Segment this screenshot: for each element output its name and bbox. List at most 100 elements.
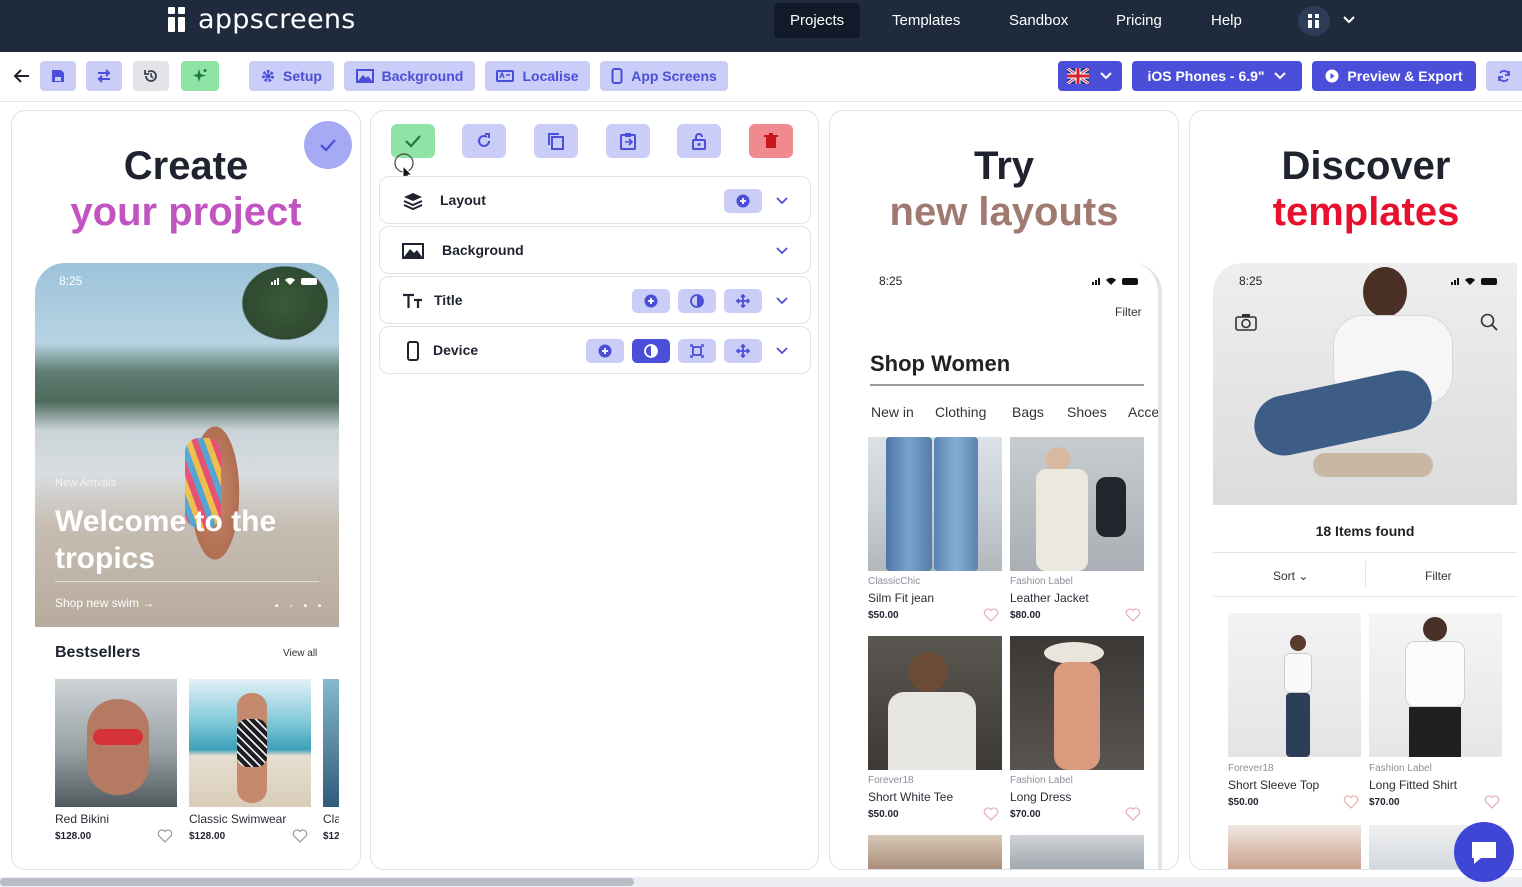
contrast-button[interactable] <box>632 339 670 363</box>
heart-icon[interactable] <box>292 829 308 843</box>
product-image[interactable] <box>868 636 1002 770</box>
logo[interactable]: appscreens <box>166 4 356 35</box>
product-price: $12 <box>323 831 339 842</box>
refresh-icon <box>1498 70 1510 82</box>
tab-accessories[interactable]: Acce <box>1128 404 1158 420</box>
heart-icon[interactable] <box>1125 608 1141 622</box>
chevron-down-icon[interactable] <box>774 294 790 308</box>
background-button[interactable]: Background <box>344 61 475 91</box>
tab-shoes[interactable]: Shoes <box>1067 404 1107 420</box>
product-image[interactable] <box>1010 437 1144 571</box>
trash-icon <box>764 133 778 148</box>
screen-panel-3[interactable]: Try new layouts 8:25 Filter Shop Women N… <box>829 110 1179 870</box>
screen-panel-1[interactable]: Create your project 8:25 New Arrivals We… <box>11 110 361 870</box>
section-layout[interactable]: Layout <box>379 176 811 224</box>
nav-sandbox[interactable]: Sandbox <box>993 3 1084 38</box>
nav-projects[interactable]: Projects <box>774 3 861 38</box>
phone-mockup-3[interactable]: 8:25 Filter Shop Women New in Clothing B… <box>852 263 1162 869</box>
camera-icon[interactable] <box>1235 313 1257 331</box>
device-select[interactable]: iOS Phones - 6.9" <box>1132 61 1302 91</box>
preview-export-button[interactable]: Preview & Export <box>1312 61 1476 91</box>
product-image[interactable] <box>323 679 339 807</box>
frame-button[interactable] <box>678 339 716 363</box>
delete-button[interactable] <box>749 124 793 158</box>
back-arrow-icon[interactable] <box>13 68 31 84</box>
nav-help[interactable]: Help <box>1195 3 1258 38</box>
reset-button[interactable] <box>462 124 506 158</box>
account-avatar[interactable] <box>1298 6 1330 36</box>
setup-button[interactable]: Setup <box>249 61 334 91</box>
product-image[interactable] <box>1010 835 1144 869</box>
lock-button[interactable] <box>677 124 721 158</box>
tab-bags[interactable]: Bags <box>1012 404 1044 420</box>
gear-icon <box>262 70 275 82</box>
move-button[interactable] <box>724 289 762 313</box>
screen-4-heading-line1: Discover <box>1281 144 1451 188</box>
add-button[interactable] <box>632 289 670 313</box>
move-button[interactable] <box>724 339 762 363</box>
account-chevron-down-icon[interactable] <box>1341 12 1357 28</box>
view-all-link[interactable]: View all <box>283 648 317 659</box>
paste-button[interactable] <box>606 124 650 158</box>
duplicate-button[interactable] <box>534 124 578 158</box>
heart-icon[interactable] <box>983 807 999 821</box>
localise-button[interactable]: Localise <box>485 61 590 91</box>
heart-icon[interactable] <box>157 829 173 843</box>
status-time: 8:25 <box>59 274 83 288</box>
chat-support-button[interactable] <box>1454 822 1514 882</box>
product-image[interactable] <box>1228 825 1361 869</box>
phone-mockup-4[interactable]: 8:25 18 Items found Sort ⌄ Filter Foreve… <box>1213 263 1517 869</box>
phone-mockup-1[interactable]: 8:25 New Arrivals Welcome to the tropics… <box>35 263 339 863</box>
add-button[interactable] <box>586 339 624 363</box>
nav-templates[interactable]: Templates <box>876 3 976 38</box>
heart-icon[interactable] <box>983 608 999 622</box>
tab-new-in[interactable]: New in <box>871 404 914 420</box>
screen-3-heading[interactable]: Try new layouts <box>830 143 1178 235</box>
horizontal-scrollbar-thumb[interactable] <box>0 878 634 886</box>
chevron-down-icon[interactable] <box>774 244 790 258</box>
product-image[interactable] <box>1228 613 1361 757</box>
product-price: $50.00 <box>868 610 899 621</box>
product-image[interactable] <box>55 679 177 807</box>
hero-cta-link[interactable]: Shop new swim → <box>55 596 154 610</box>
refresh-button[interactable] <box>1486 61 1522 91</box>
language-select[interactable] <box>1058 61 1122 91</box>
swap-button[interactable] <box>86 61 122 91</box>
history-button[interactable] <box>133 61 169 91</box>
heart-icon[interactable] <box>1125 807 1141 821</box>
product-image[interactable] <box>868 437 1002 571</box>
selected-check-button[interactable] <box>304 121 352 169</box>
product-image[interactable] <box>189 679 311 807</box>
product-brand: Forever18 <box>868 775 914 786</box>
filter-link[interactable]: Filter <box>1425 569 1452 583</box>
add-button[interactable] <box>724 189 762 213</box>
search-icon[interactable] <box>1480 313 1498 331</box>
status-icons <box>1092 277 1138 285</box>
nav-pricing[interactable]: Pricing <box>1100 3 1178 38</box>
sort-dropdown[interactable]: Sort ⌄ <box>1273 569 1308 583</box>
ai-magic-button[interactable] <box>181 61 219 91</box>
product-image[interactable] <box>1010 636 1144 770</box>
image-icon <box>355 69 374 83</box>
chevron-down-icon[interactable] <box>774 344 790 358</box>
screen-panel-4[interactable]: Discover templates 8:25 18 Items found S… <box>1189 110 1522 870</box>
device-label: iOS Phones - 6.9" <box>1147 68 1265 84</box>
heart-icon[interactable] <box>1343 795 1359 809</box>
product-image[interactable] <box>1369 613 1502 757</box>
product-image[interactable] <box>868 835 1002 869</box>
save-button[interactable] <box>40 61 76 91</box>
product-price: $128.00 <box>55 831 92 842</box>
product-brand: Fashion Label <box>1010 775 1073 786</box>
section-device[interactable]: Device <box>379 326 811 374</box>
section-title[interactable]: Title <box>379 276 811 324</box>
hero-divider <box>55 581 319 582</box>
app-screens-button[interactable]: App Screens <box>600 61 728 91</box>
tab-clothing[interactable]: Clothing <box>935 404 986 420</box>
chat-bubble-icon <box>1472 842 1496 864</box>
contrast-button[interactable] <box>678 289 716 313</box>
heart-icon[interactable] <box>1484 795 1500 809</box>
chevron-down-icon[interactable] <box>774 194 790 208</box>
filter-link[interactable]: Filter <box>1115 305 1142 319</box>
screen-4-heading[interactable]: Discover templates <box>1190 143 1522 235</box>
section-background[interactable]: Background <box>379 226 811 274</box>
